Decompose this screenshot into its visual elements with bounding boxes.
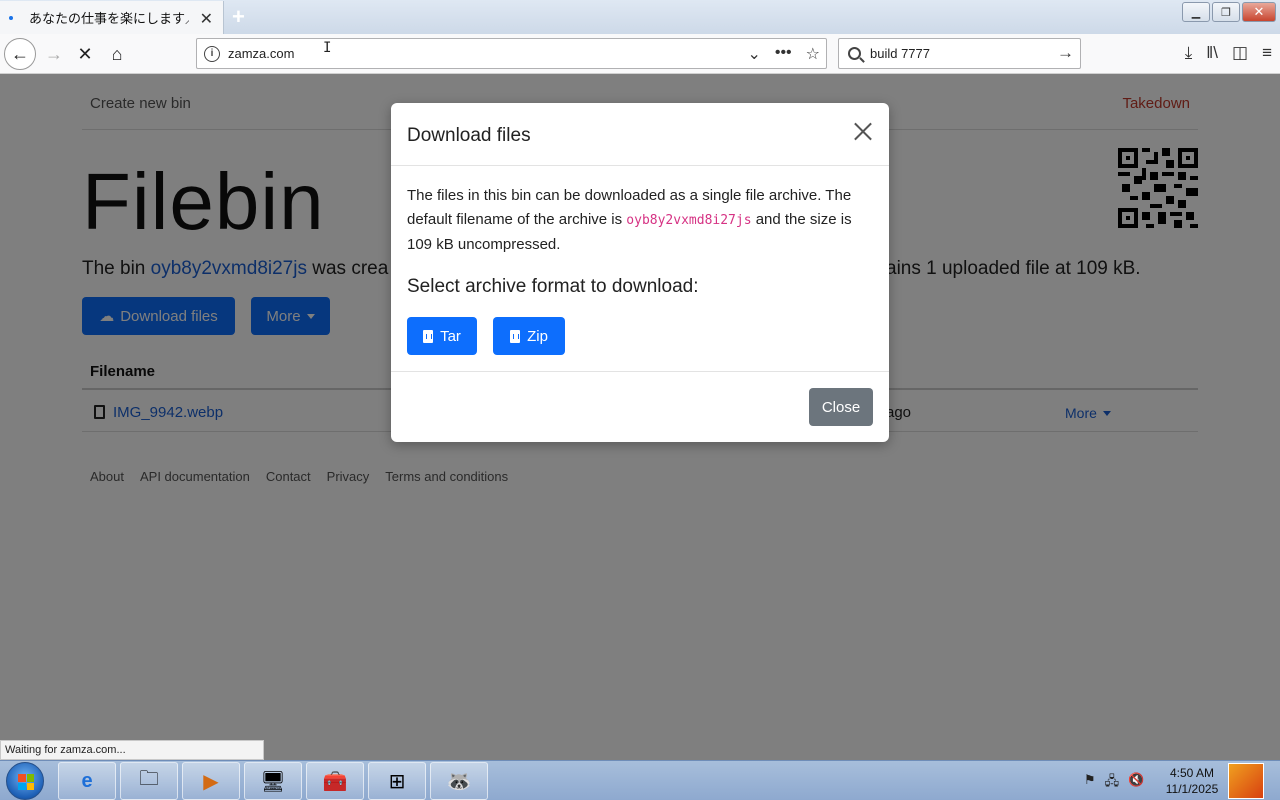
search-icon (848, 47, 861, 60)
window-close-button[interactable]: ✕ (1242, 2, 1276, 22)
system-tray: ⚑ 🖧 🔇 (1084, 772, 1144, 794)
new-tab-icon[interactable]: + (232, 4, 245, 30)
internet-explorer-icon[interactable]: e (58, 762, 116, 800)
search-input[interactable]: build 7777 (870, 46, 930, 61)
browser-toolbar: ← → ✕ ⌂ i zamza.com ⌄ ••• ☆ build 7777 →… (0, 34, 1280, 74)
close-button[interactable]: Close (809, 388, 873, 426)
sidebar-icon[interactable]: ◫ (1232, 43, 1248, 63)
address-bar[interactable]: i zamza.com ⌄ ••• ☆ (196, 38, 827, 69)
loading-indicator-icon (9, 15, 13, 20)
taskbar: e 🗀 ▶ 🖥 🧰 ⊞ 🦝 ⚑ 🖧 🔇 4:50 AM 11/1/2025 (0, 760, 1280, 800)
show-desktop-button[interactable] (1228, 763, 1264, 799)
restore-button[interactable]: ❐ (1212, 2, 1240, 22)
status-bar: Waiting for zamza.com... (0, 740, 264, 760)
modal-description: The files in this bin can be downloaded … (407, 184, 875, 257)
window-controls: ▁ ❐ ✕ (1182, 2, 1276, 22)
menu-icon[interactable]: ≡ (1262, 43, 1272, 63)
windows-flag-icon[interactable]: ⊞ (368, 762, 426, 800)
home-button[interactable]: ⌂ (103, 40, 131, 68)
windows-logo-icon (18, 774, 34, 790)
page-actions-icon[interactable]: ••• (775, 44, 792, 64)
info-icon[interactable]: i (204, 45, 220, 62)
tar-button[interactable]: Tar (407, 317, 477, 355)
file-archive-icon (510, 329, 521, 343)
search-bar[interactable]: build 7777 → (838, 38, 1081, 69)
clock-date: 11/1/2025 (1165, 782, 1219, 796)
zip-button[interactable]: Zip (493, 317, 565, 355)
chevron-down-icon[interactable]: ⌄ (747, 44, 760, 64)
minimize-button[interactable]: ▁ (1182, 2, 1210, 22)
clock[interactable]: 4:50 AM 11/1/2025 (1160, 765, 1224, 797)
forward-button[interactable]: → (40, 40, 68, 68)
start-button[interactable] (6, 762, 44, 800)
action-center-flag-icon[interactable]: ⚑ (1084, 772, 1096, 794)
volume-muted-icon[interactable]: 🔇 (1128, 772, 1144, 794)
media-player-icon[interactable]: ▶ (182, 762, 240, 800)
search-go-icon[interactable]: → (1057, 43, 1074, 63)
modal-title: Download files (407, 125, 531, 146)
app-mascot-icon[interactable]: 🦝 (430, 762, 488, 800)
browser-tab[interactable]: あなたの仕事を楽にします／S ✕ (0, 1, 224, 34)
modal-header: Download files (391, 103, 889, 166)
back-button[interactable]: ← (4, 38, 36, 70)
download-modal: Download files The files in this bin can… (391, 103, 889, 442)
text-cursor-icon: I (323, 40, 332, 56)
clock-time: 4:50 AM (1169, 766, 1215, 780)
library-icon[interactable]: ‖\ (1206, 43, 1218, 63)
stop-button[interactable]: ✕ (71, 40, 99, 68)
network-icon[interactable]: 🖧 (1105, 772, 1120, 794)
zip-label: Zip (527, 327, 548, 345)
archive-filename: oyb8y2vxmd8i27js (626, 213, 752, 228)
url-text[interactable]: zamza.com (228, 46, 294, 61)
file-explorer-icon[interactable]: 🗀 (120, 762, 178, 800)
file-archive-icon (423, 329, 434, 343)
download-icon[interactable]: ⤓ (1185, 43, 1193, 63)
modal-footer: Close (391, 371, 889, 442)
tab-title: あなたの仕事を楽にします／S (29, 11, 189, 26)
format-heading: Select archive format to download: (407, 276, 699, 297)
bookmark-star-icon[interactable]: ☆ (806, 44, 820, 64)
tar-label: Tar (440, 327, 461, 345)
control-panel-icon[interactable]: 🖥 (244, 762, 302, 800)
close-icon[interactable] (853, 121, 873, 141)
tab-close-icon[interactable]: ✕ (200, 9, 213, 29)
window-titlebar: あなたの仕事を楽にします／S ✕ + ▁ ❐ ✕ (0, 0, 1280, 34)
toolbox-icon[interactable]: 🧰 (306, 762, 364, 800)
